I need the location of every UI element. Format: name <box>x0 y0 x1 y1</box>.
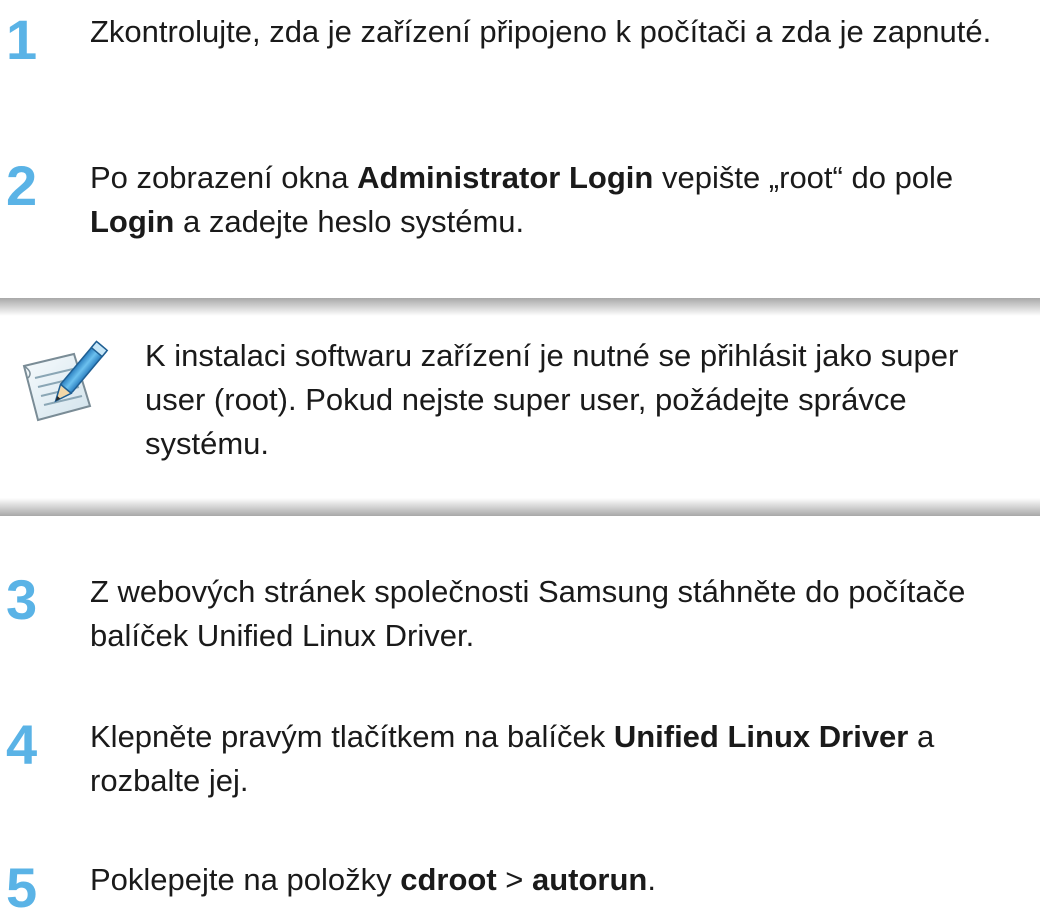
step-number: 2 <box>6 154 38 217</box>
step-number: 4 <box>6 713 38 776</box>
step-text: Po zobrazení okna Administrator Login ve… <box>90 156 1030 244</box>
text-run: Z webových stránek společnosti Samsung s… <box>90 574 966 653</box>
text-run: a zadejte heslo systému. <box>174 204 525 239</box>
note-text: K instalaci softwaru zařízení je nutné s… <box>145 338 959 461</box>
bold-term: autorun <box>531 862 648 897</box>
bold-term: Login <box>90 204 175 239</box>
note-box: K instalaci softwaru zařízení je nutné s… <box>0 298 1040 516</box>
bold-term: Unified Linux Driver <box>613 719 909 754</box>
step-text: Z webových stránek společnosti Samsung s… <box>90 570 1030 658</box>
note-pencil-icon <box>18 336 110 424</box>
step-number: 1 <box>6 8 38 71</box>
step-number: 3 <box>6 568 38 631</box>
note-bottom-divider <box>0 498 1040 516</box>
step-text: Poklepejte na položky cdroot > autorun. <box>90 858 1030 902</box>
bold-term: cdroot <box>400 862 497 897</box>
text-run: Poklepejte na položky <box>90 862 401 897</box>
text-run: Zkontrolujte, zda je zařízení připojeno … <box>90 14 992 49</box>
note-top-divider <box>0 298 1040 316</box>
text-run: > <box>496 862 532 897</box>
text-run: Po zobrazení okna <box>90 160 358 195</box>
bold-term: Administrator Login <box>357 160 654 195</box>
text-run: Klepněte pravým tlačítkem na balíček <box>90 719 614 754</box>
step-text: Klepněte pravým tlačítkem na balíček Uni… <box>90 715 1030 803</box>
text-run: . <box>647 862 656 897</box>
step-number: 5 <box>6 856 38 919</box>
step-text: Zkontrolujte, zda je zařízení připojeno … <box>90 10 1030 54</box>
text-run: vepište „root“ do pole <box>653 160 954 195</box>
